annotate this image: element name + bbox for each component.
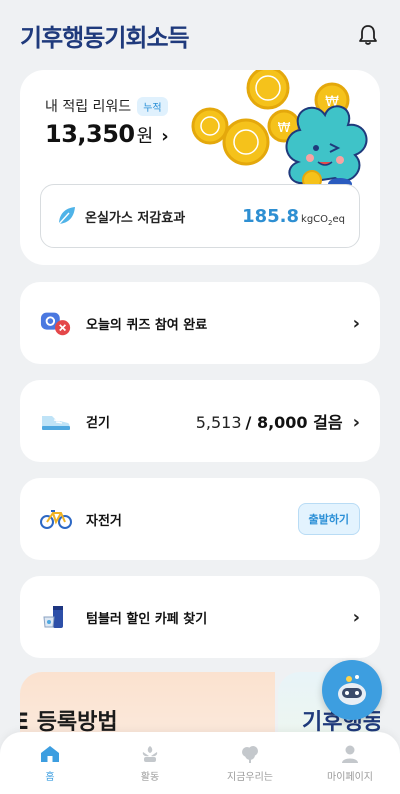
co2-unit: kgCO2eq xyxy=(301,214,345,227)
chevron-right-icon: › xyxy=(352,412,360,433)
cumulative-badge: 누적 xyxy=(137,96,168,116)
tumbler-icon xyxy=(40,601,72,633)
chevron-right-icon: › xyxy=(352,606,360,628)
co2-label: 온실가스 저감효과 xyxy=(85,210,186,226)
co2-reduction-box[interactable]: 온실가스 저감효과 185.8 kgCO2eq xyxy=(40,184,360,248)
co2-value: 185.8 xyxy=(242,205,300,227)
tab-home-label: 홈 xyxy=(45,771,55,783)
bell-icon[interactable] xyxy=(356,23,380,47)
home-icon xyxy=(41,745,59,762)
leaf-icon xyxy=(58,207,75,225)
person-icon xyxy=(342,745,358,763)
app-header: 기후행동기회소득 xyxy=(0,0,400,70)
reward-card[interactable]: 내 적립 리워드 누적 13,350 원 › ₩ ₩ 온실가스 저감효과 185… xyxy=(20,70,380,265)
steps-count: 5,513 / 8,000 걸음 › xyxy=(196,409,360,433)
co2-unit-suffix: eq xyxy=(332,213,346,225)
app-logo: 기후행동기회소득 xyxy=(20,23,190,52)
bicycle-row[interactable]: 자전거 출발하기 xyxy=(20,478,380,560)
bottom-tab-bar: 홈 활동 지금우리는 마이페이지 xyxy=(0,732,400,794)
tab-home[interactable]: 홈 xyxy=(0,732,100,794)
walking-label: 걷기 xyxy=(86,415,110,431)
tab-now-we[interactable]: 지금우리는 xyxy=(200,732,300,794)
activity-icon xyxy=(142,745,158,762)
tab-my-page[interactable]: 마이페이지 xyxy=(300,732,400,794)
bicycle-label: 자전거 xyxy=(86,513,122,529)
tab-activity[interactable]: 활동 xyxy=(100,732,200,794)
shoe-icon xyxy=(40,405,72,437)
tab-now-we-label: 지금우리는 xyxy=(227,771,273,783)
co2-unit-prefix: kgCO xyxy=(301,213,329,225)
reward-amount-value: 13,350 xyxy=(45,120,135,148)
bicycle-icon xyxy=(40,503,72,535)
quiz-label: 오늘의 퀴즈 참여 완료 xyxy=(86,317,208,333)
depart-button[interactable]: 출발하기 xyxy=(297,503,360,535)
tree-icon xyxy=(242,745,258,763)
steps-goal: / 8,000 걸음 xyxy=(245,413,343,432)
chatbot-button[interactable] xyxy=(322,660,382,720)
chevron-right-icon: › xyxy=(352,312,360,334)
chevron-right-icon: › xyxy=(161,126,169,147)
tumbler-cafe-row[interactable]: 텀블러 할인 카페 찾기 › xyxy=(20,576,380,658)
svg-text:₩: ₩ xyxy=(278,121,291,136)
reward-amount[interactable]: 13,350 원 › xyxy=(45,120,169,148)
walking-row[interactable]: 걷기 5,513 / 8,000 걸음 › xyxy=(20,380,380,462)
tab-activity-label: 활동 xyxy=(140,771,160,783)
tab-my-page-label: 마이페이지 xyxy=(327,771,373,783)
robot-mascot-icon xyxy=(338,675,366,705)
reward-title: 내 적립 리워드 xyxy=(45,99,132,115)
quiz-icon xyxy=(40,307,72,339)
coins-mascot-illustration: ₩ ₩ xyxy=(191,70,368,190)
quiz-row[interactable]: 오늘의 퀴즈 참여 완료 › xyxy=(20,282,380,364)
steps-current: 5,513 xyxy=(195,413,242,432)
tumbler-cafe-label: 텀블러 할인 카페 찾기 xyxy=(86,611,208,627)
reward-amount-unit: 원 xyxy=(136,126,154,147)
